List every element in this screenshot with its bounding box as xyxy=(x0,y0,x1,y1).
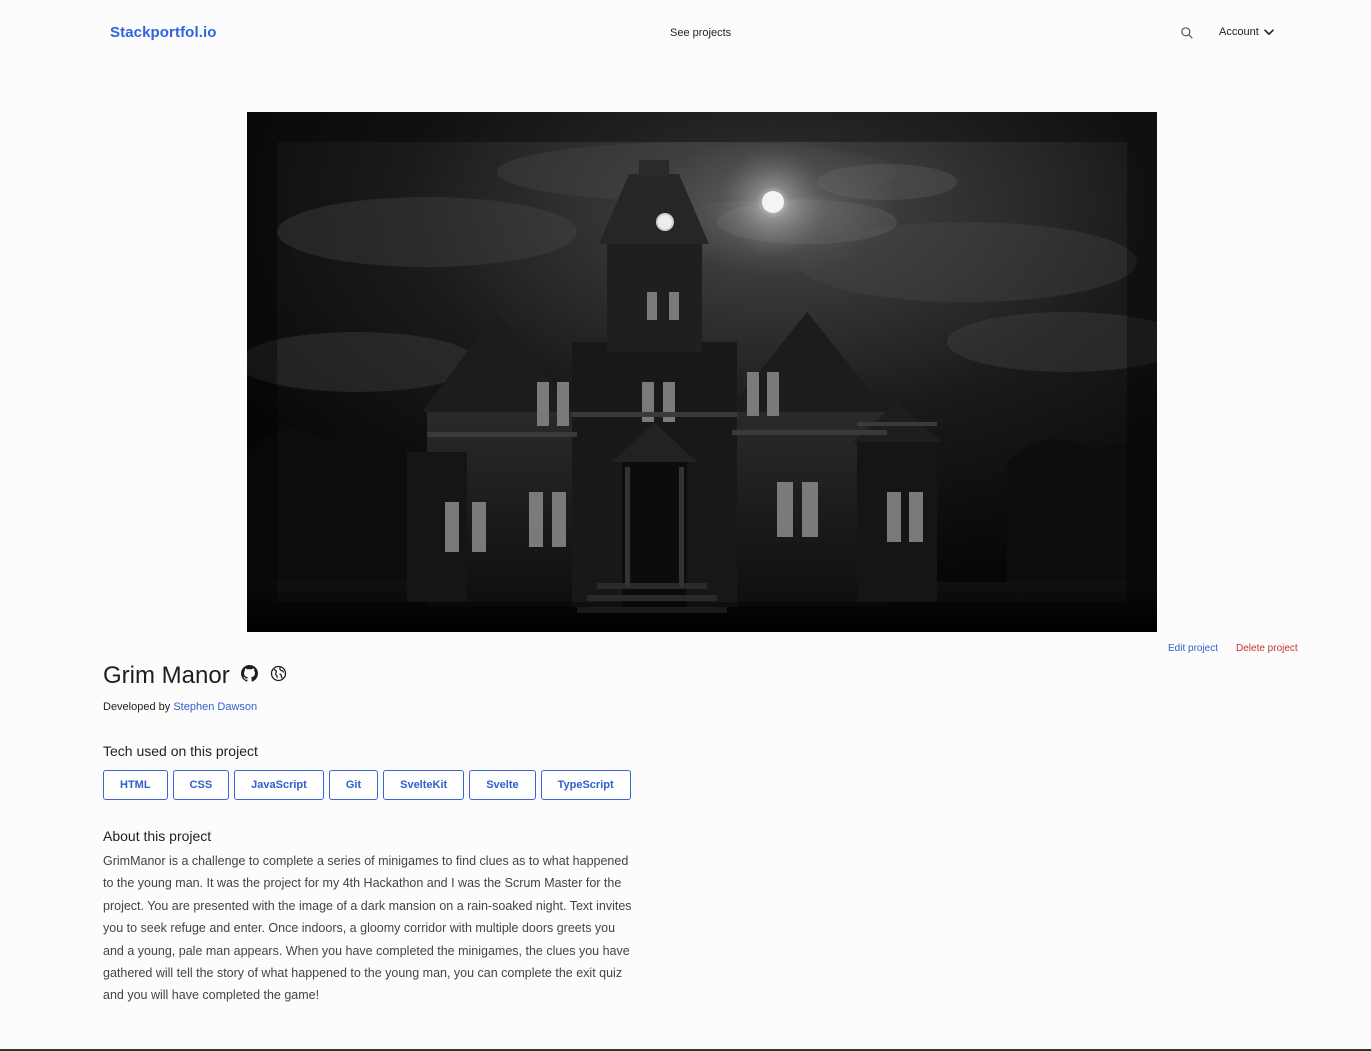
haunted-mansion-illustration xyxy=(247,112,1157,632)
tech-tag[interactable]: TypeScript xyxy=(540,770,631,800)
account-menu-button[interactable]: Account xyxy=(1219,26,1274,38)
tech-tag[interactable]: Git xyxy=(328,770,379,800)
tech-tag[interactable]: CSS xyxy=(172,770,230,800)
project-title-row: Grim Manor xyxy=(103,662,287,690)
tech-tag[interactable]: SvelteKit xyxy=(383,770,465,800)
developer-link[interactable]: Stephen Dawson xyxy=(173,701,257,713)
developer-line: Developed by Stephen Dawson xyxy=(103,701,257,713)
github-icon[interactable] xyxy=(240,665,258,687)
project-page: Stackportfol.io See projects Account Edi… xyxy=(0,0,1371,1051)
tech-tag[interactable]: JavaScript xyxy=(234,770,324,800)
delete-project-link[interactable]: Delete project xyxy=(1236,643,1298,654)
tech-tag[interactable]: Svelte xyxy=(469,770,536,800)
tech-heading: Tech used on this project xyxy=(103,743,258,759)
project-title: Grim Manor xyxy=(103,662,230,689)
tech-tag-list: HTML CSS JavaScript Git SvelteKit Svelte… xyxy=(103,770,631,800)
search-icon[interactable] xyxy=(1180,26,1194,40)
project-hero-image xyxy=(247,112,1157,632)
account-label: Account xyxy=(1219,26,1259,38)
edit-project-link[interactable]: Edit project xyxy=(1168,643,1218,654)
globe-icon[interactable] xyxy=(270,665,287,687)
developed-by-prefix: Developed by xyxy=(103,701,171,713)
see-projects-link[interactable]: See projects xyxy=(670,27,731,39)
about-heading: About this project xyxy=(103,828,212,844)
about-description: GrimManor is a challenge to complete a s… xyxy=(103,854,632,1003)
brand-logo-link[interactable]: Stackportfol.io xyxy=(110,24,217,41)
tech-tag[interactable]: HTML xyxy=(103,770,168,800)
chevron-down-icon xyxy=(1263,28,1274,35)
